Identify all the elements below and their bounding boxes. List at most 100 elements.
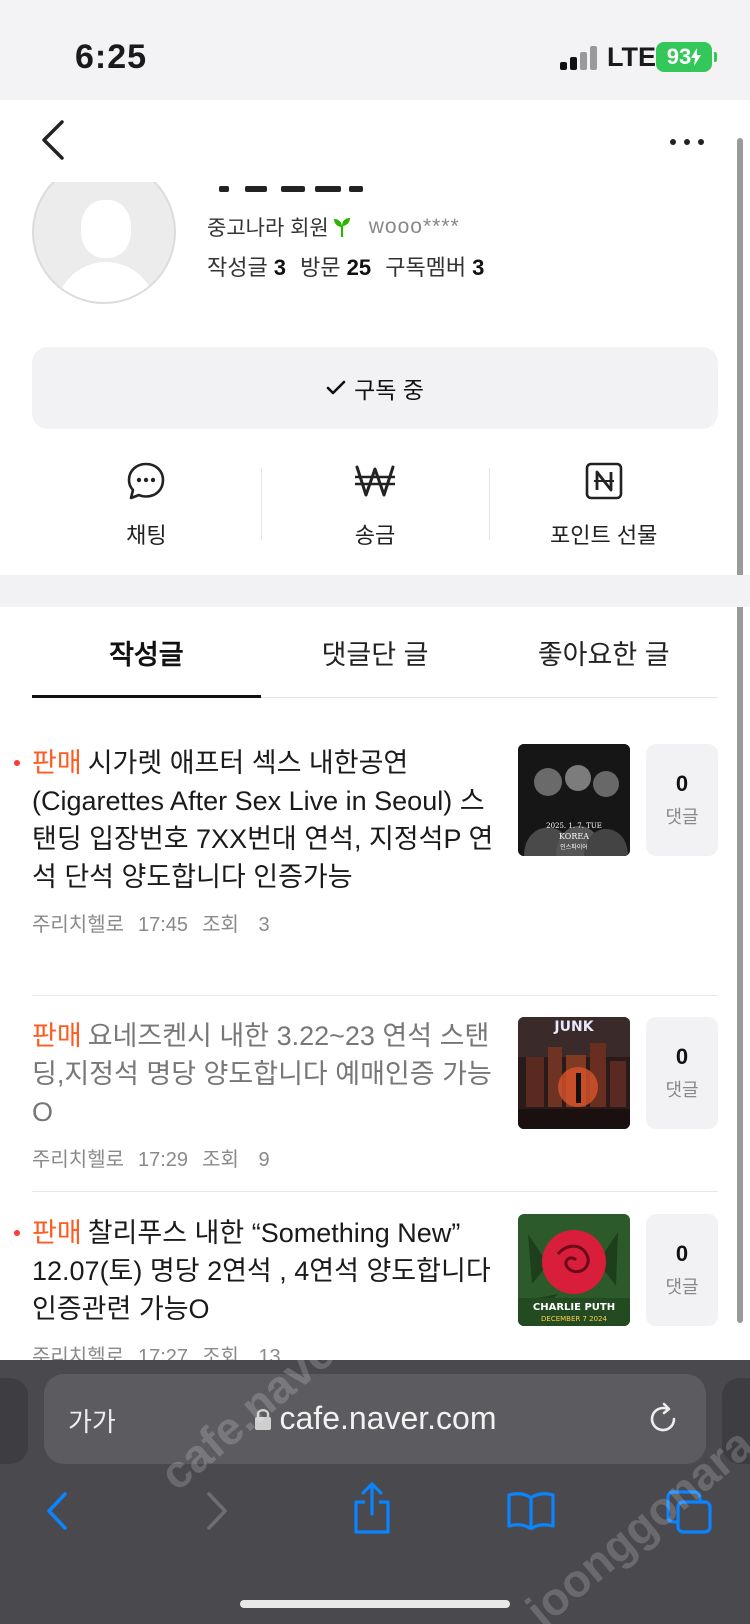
- comment-count-box[interactable]: 0 댓글: [646, 744, 718, 856]
- default-profile-icon: [32, 182, 176, 304]
- tab-written-posts[interactable]: 작성글: [32, 608, 261, 698]
- post-time: 17:29: [138, 1149, 189, 1171]
- unread-dot: [14, 1230, 20, 1236]
- thumb-caption: 인스파이어: [560, 844, 588, 851]
- post-title[interactable]: 판매 찰리푸스 내한 “Something New” 12.07(토) 명당 2연…: [32, 1214, 497, 1328]
- chat-action[interactable]: 채팅: [32, 460, 261, 550]
- post-meta: 주리치헬로 17:45 조회 3: [32, 908, 718, 937]
- home-indicator: [240, 1600, 510, 1608]
- tab-commented-posts[interactable]: 댓글단 글: [261, 608, 490, 697]
- divider: [32, 995, 718, 996]
- section-separator: [0, 575, 750, 607]
- status-bar: 6:25 LTE 93: [0, 0, 750, 100]
- stat-label: 작성글: [207, 255, 268, 280]
- user-id: wooo****: [368, 215, 460, 238]
- browser-toolbar: [0, 1482, 750, 1560]
- thumb-caption: DECEMBER 7 2024: [541, 1315, 607, 1323]
- thumb-caption: JUNK: [554, 1019, 594, 1035]
- browser-forward-button[interactable]: [204, 1490, 230, 1537]
- reload-button[interactable]: [646, 1402, 680, 1441]
- post-item[interactable]: 판매 요네즈켄시 내한 3.22~23 연석 스탠딩,지정석 명당 양도합니다 예…: [32, 1017, 718, 1172]
- share-button[interactable]: [352, 1482, 392, 1539]
- point-gift-action[interactable]: 포인트 선물: [489, 460, 718, 550]
- chevron-left-icon: [47, 1492, 67, 1530]
- sale-tag: 판매: [32, 748, 82, 778]
- back-button[interactable]: [38, 118, 78, 168]
- bookmarks-button[interactable]: [506, 1490, 556, 1535]
- stat-label: 방문: [300, 255, 341, 280]
- more-dot-icon: [670, 139, 676, 145]
- won-icon: [355, 465, 395, 497]
- comment-label: 댓글: [665, 1080, 699, 1100]
- nickname-cut-off: [215, 170, 365, 192]
- post-title-text: 요네즈켄시 내한 3.22~23 연석 스탠딩,지정석 명당 양도합니다 예매인…: [32, 1021, 492, 1127]
- avatar[interactable]: [32, 182, 176, 304]
- charging-bolt-icon: [691, 48, 702, 66]
- member-info: 중고나라 회원 wooo****: [207, 212, 460, 242]
- post-author: 주리치헬로: [32, 1149, 124, 1171]
- comment-label: 댓글: [665, 807, 699, 827]
- post-thumbnail[interactable]: 2025. 1. 7. TUE KOREA 인스파이어: [518, 744, 630, 856]
- browser-back-button[interactable]: [44, 1490, 70, 1537]
- views-label: 조회: [202, 1149, 239, 1171]
- stat-value: 3: [273, 255, 286, 280]
- chat-label: 채팅: [126, 523, 167, 548]
- chevron-left-icon: [42, 120, 64, 160]
- post-title-text: 시가렛 애프터 섹스 내한공연 (Cigarettes After Sex Li…: [32, 748, 494, 892]
- sale-tag: 판매: [32, 1021, 82, 1051]
- tabs-button[interactable]: [666, 1490, 712, 1539]
- post-thumbnail[interactable]: JUNK: [518, 1017, 630, 1129]
- url-text: cafe.naver.com: [279, 1400, 497, 1436]
- tabs-icon: [666, 1490, 712, 1534]
- point-gift-label: 포인트 선물: [550, 523, 658, 548]
- previous-tab-edge[interactable]: [0, 1378, 28, 1464]
- stat-label: 구독멤버: [385, 255, 467, 280]
- book-icon: [507, 1492, 555, 1531]
- comment-count-box[interactable]: 0 댓글: [646, 1214, 718, 1326]
- post-time: 17:45: [138, 914, 189, 936]
- network-type: LTE: [607, 42, 656, 72]
- chat-bubble-icon: [128, 462, 165, 500]
- sale-tag: 판매: [32, 1218, 82, 1248]
- address-bar[interactable]: 가가 cafe.naver.com: [44, 1374, 706, 1464]
- member-type: 중고나라 회원: [207, 217, 329, 240]
- thumb-caption: KOREA: [559, 832, 589, 841]
- comment-count: 0: [675, 771, 689, 796]
- status-time: 6:25: [75, 38, 148, 76]
- divider: [32, 1191, 718, 1192]
- profile-actions: 채팅 송금 포인트 선물: [32, 460, 718, 550]
- post-tabs: 작성글 댓글단 글 좋아요한 글: [32, 608, 718, 698]
- post-meta: 주리치헬로 17:29 조회 9: [32, 1143, 718, 1172]
- cellular-signal-icon: [560, 46, 600, 70]
- more-options-button[interactable]: [670, 130, 720, 154]
- post-title[interactable]: 판매 시가렛 애프터 섹스 내한공연 (Cigarettes After Sex …: [32, 744, 497, 896]
- comment-count: 0: [675, 1241, 689, 1266]
- lock-icon: [254, 1408, 271, 1430]
- post-author: 주리치헬로: [32, 914, 124, 936]
- chevron-right-icon: [207, 1492, 227, 1530]
- post-title[interactable]: 판매 요네즈켄시 내한 3.22~23 연석 스탠딩,지정석 명당 양도합니다 예…: [32, 1017, 497, 1131]
- sprout-icon: [333, 218, 350, 237]
- next-tab-edge[interactable]: [722, 1378, 750, 1464]
- post-item[interactable]: 판매 시가렛 애프터 섹스 내한공연 (Cigarettes After Sex …: [14, 744, 718, 937]
- reload-icon: [650, 1402, 676, 1432]
- battery-level: 93: [666, 44, 692, 69]
- subscribe-label: 구독 중: [354, 377, 424, 403]
- send-money-action[interactable]: 송금: [260, 460, 490, 550]
- post-thumbnail[interactable]: CHARLIE PUTH DECEMBER 7 2024: [518, 1214, 630, 1326]
- stat-value: 25: [346, 255, 372, 280]
- post-item[interactable]: 판매 찰리푸스 내한 “Something New” 12.07(토) 명당 2연…: [14, 1214, 718, 1369]
- unread-dot: [14, 760, 20, 766]
- battery-indicator: 93: [656, 42, 717, 72]
- comment-count-box[interactable]: 0 댓글: [646, 1017, 718, 1129]
- browser-chrome: 가가 cafe.naver.com: [0, 1360, 750, 1624]
- view-count: 9: [258, 1149, 270, 1171]
- stat-value: 3: [472, 255, 485, 280]
- tab-liked-posts[interactable]: 좋아요한 글: [489, 608, 718, 697]
- profile-stats: 작성글 3 방문 25 구독멤버 3: [207, 250, 492, 282]
- scrollbar[interactable]: [737, 138, 743, 1323]
- subscribe-button[interactable]: 구독 중: [32, 347, 718, 429]
- post-title-text: 찰리푸스 내한 “Something New” 12.07(토) 명당 2연석 …: [32, 1218, 491, 1324]
- views-label: 조회: [202, 914, 239, 936]
- comment-label: 댓글: [665, 1277, 699, 1297]
